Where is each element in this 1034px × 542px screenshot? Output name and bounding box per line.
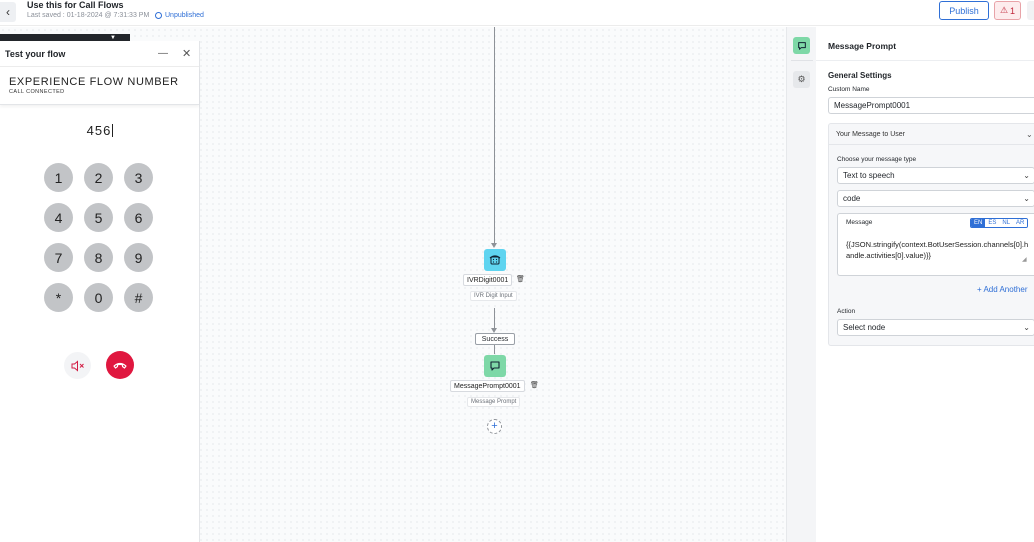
action-label: Action xyxy=(837,308,856,315)
message-type-label: Choose your message type xyxy=(837,156,917,163)
phone-hangup-icon xyxy=(113,362,127,369)
connector-arrow xyxy=(491,243,497,248)
warning-triangle-icon: ⚠ xyxy=(999,5,1009,15)
language-tabs: EN ES NL AR xyxy=(970,218,1029,228)
chevron-down-icon: ⌄ xyxy=(1023,171,1030,180)
format-select[interactable]: code ⌄ xyxy=(837,190,1034,207)
node-name-label[interactable]: IVRDigit0001 xyxy=(463,274,513,286)
close-icon[interactable]: ✕ xyxy=(182,47,191,60)
overflow-button-edge[interactable] xyxy=(1027,1,1034,20)
node-type-label: IVR Digit Input xyxy=(470,291,517,301)
last-saved-text: Last saved : 01-18-2024 @ 7:31:33 PM xyxy=(27,12,150,19)
test-panel-header: Test your flow xyxy=(0,41,199,67)
divider xyxy=(816,60,1034,61)
connector-line xyxy=(494,345,495,354)
publish-status-label: Unpublished xyxy=(165,12,204,19)
keypad-key-7[interactable]: 7 xyxy=(44,243,73,272)
keypad-key-4[interactable]: 4 xyxy=(44,203,73,232)
node-type-label: Message Prompt xyxy=(467,397,521,407)
add-node-button[interactable]: + xyxy=(487,419,502,434)
minimize-icon[interactable]: — xyxy=(158,48,168,59)
experience-title: EXPERIENCE FLOW NUMBER xyxy=(9,76,179,88)
chat-bubble-icon xyxy=(797,41,806,50)
message-label: Message xyxy=(846,219,873,226)
experience-card: EXPERIENCE FLOW NUMBER CALL CONNECTED xyxy=(0,67,199,105)
back-button[interactable]: ‹ xyxy=(0,2,16,22)
format-value: code xyxy=(843,194,861,203)
add-another-button[interactable]: + Add Another xyxy=(977,285,1028,294)
section-title: General Settings xyxy=(828,71,892,80)
dialed-number-display[interactable]: 456 xyxy=(0,123,200,138)
chevron-down-icon[interactable]: ⌄ xyxy=(1026,130,1033,139)
lang-tab-nl[interactable]: NL xyxy=(999,219,1014,227)
phone-keypad-icon xyxy=(489,255,501,265)
trash-icon[interactable]: 🗑 xyxy=(530,381,539,389)
warnings-button[interactable]: ⚠ 1 xyxy=(994,1,1021,20)
keypad-key-3[interactable]: 3 xyxy=(124,163,153,192)
message-type-value: Text to speech xyxy=(843,171,895,180)
properties-panel: Message Prompt General Settings Custom N… xyxy=(816,27,1034,542)
panel-title: Message Prompt xyxy=(828,41,897,51)
ivr-digit-node[interactable] xyxy=(484,249,506,271)
publish-button[interactable]: Publish xyxy=(939,1,989,20)
chevron-down-icon: ⌄ xyxy=(1023,194,1030,203)
top-bar: ‹ Use this for Call Flows Last saved : 0… xyxy=(0,0,1034,26)
message-type-select[interactable]: Text to speech ⌄ xyxy=(837,167,1034,184)
warning-count: 1 xyxy=(1010,5,1016,16)
properties-rail: ⚙ xyxy=(786,27,816,542)
test-panel-title: Test your flow xyxy=(5,48,66,59)
keypad-key-star[interactable]: * xyxy=(44,283,73,312)
edge-success-label: Success xyxy=(475,333,515,345)
connector-line xyxy=(494,308,495,328)
chat-bubble-icon xyxy=(490,361,500,371)
rail-settings-tab[interactable]: ⚙ xyxy=(793,71,810,88)
keypad-key-0[interactable]: 0 xyxy=(84,283,113,312)
keypad-key-2[interactable]: 2 xyxy=(84,163,113,192)
message-prompt-node[interactable] xyxy=(484,355,506,377)
custom-name-input[interactable]: MessagePrompt0001 xyxy=(828,97,1034,114)
trash-icon[interactable]: 🗑 xyxy=(516,275,525,283)
status-clock-icon xyxy=(155,12,162,19)
message-editor: Message EN ES NL AR {{JSON.stringify(con… xyxy=(837,213,1034,276)
keypad-key-1[interactable]: 1 xyxy=(44,163,73,192)
chevron-down-icon: ⌄ xyxy=(1023,323,1030,332)
flow-title: Use this for Call Flows xyxy=(27,0,124,10)
node-name-label[interactable]: MessagePrompt0001 xyxy=(450,380,525,392)
action-value: Select node xyxy=(843,323,886,332)
publish-status: Unpublished xyxy=(155,12,204,19)
keypad-key-6[interactable]: 6 xyxy=(124,203,153,232)
text-caret xyxy=(112,124,114,137)
rail-message-tab[interactable] xyxy=(793,37,810,54)
message-textarea[interactable]: {{JSON.stringify(context.BotUserSession.… xyxy=(846,239,1032,261)
test-flow-panel: Test your flow — ✕ EXPERIENCE FLOW NUMBE… xyxy=(0,41,200,542)
call-status: CALL CONNECTED xyxy=(9,89,65,95)
hangup-button[interactable] xyxy=(106,351,134,379)
custom-name-label: Custom Name xyxy=(828,86,870,93)
lang-tab-ar[interactable]: AR xyxy=(1013,219,1028,227)
speaker-muted-icon xyxy=(71,359,84,372)
chevron-left-icon: ‹ xyxy=(6,5,10,19)
lang-tab-en[interactable]: EN xyxy=(971,219,986,227)
keypad-key-hash[interactable]: # xyxy=(124,283,153,312)
keypad-key-5[interactable]: 5 xyxy=(84,203,113,232)
dialed-digits: 456 xyxy=(86,123,112,138)
message-accordion: Your Message to User ⌄ Choose your messa… xyxy=(828,123,1034,346)
gear-icon: ⚙ xyxy=(797,74,806,84)
rail-divider xyxy=(791,60,813,61)
accordion-title: Your Message to User xyxy=(836,130,905,138)
accordion-header[interactable]: Your Message to User xyxy=(829,124,1034,145)
resize-handle-icon[interactable]: ◢ xyxy=(1022,256,1027,263)
keypad-key-8[interactable]: 8 xyxy=(84,243,113,272)
keypad-key-9[interactable]: 9 xyxy=(124,243,153,272)
mute-button[interactable] xyxy=(64,352,91,379)
connector-line xyxy=(494,27,495,243)
lang-tab-es[interactable]: ES xyxy=(985,219,1000,227)
action-select[interactable]: Select node ⌄ xyxy=(837,319,1034,336)
